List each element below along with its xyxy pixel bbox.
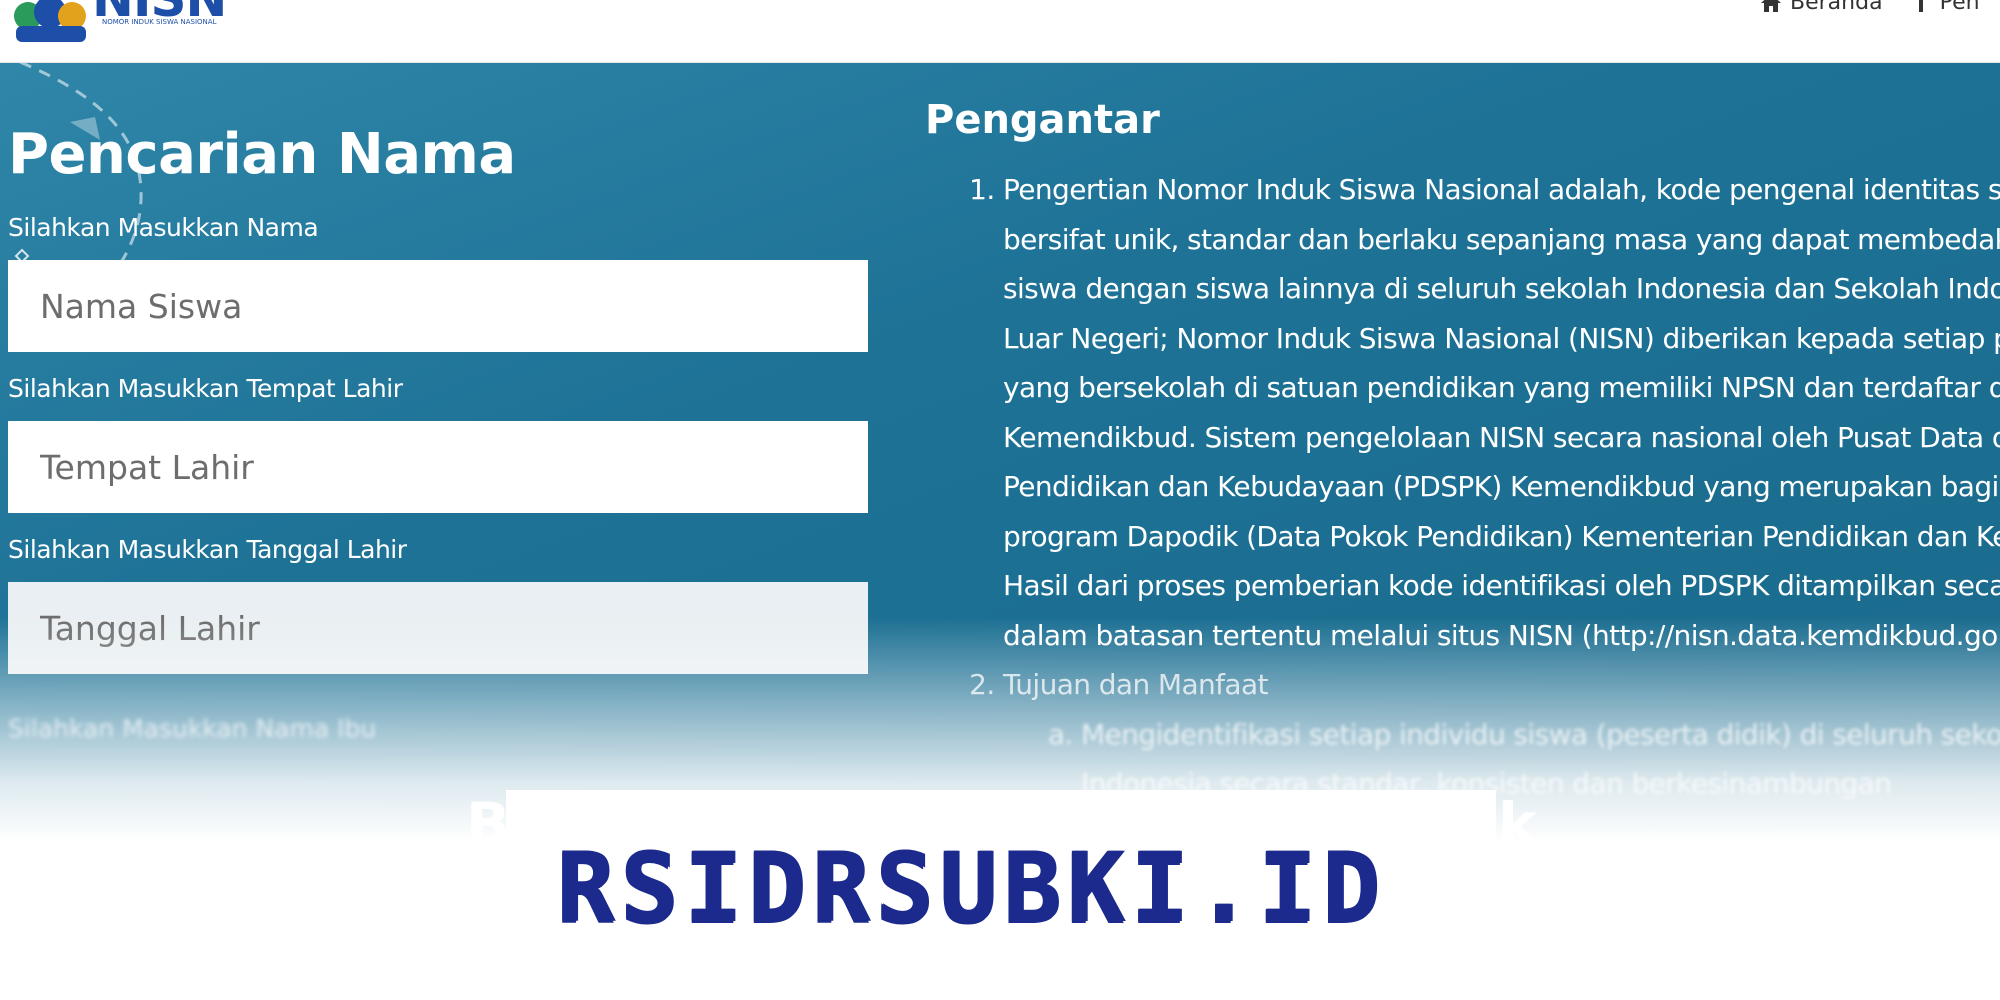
intro-line: dalam batasan tertentu melalui situs NIS… (1003, 618, 2000, 652)
intro-item-purpose: Tujuan dan Manfaat Mengidentifikasi seti… (1003, 660, 2000, 809)
top-navbar: NISN NOMOR INDUK SISWA NASIONAL Beranda … (0, 0, 2000, 63)
name-search-form: Pencarian Nama Silahkan Masukkan Nama Si… (8, 122, 868, 743)
intro-line: Pendidikan dan Kebudayaan (PDSPK) Kemend… (1003, 470, 2000, 503)
intro-line: bersifat unik, standar dan berlaku sepan… (1003, 222, 2000, 256)
nav-pen[interactable]: Pen (1910, 0, 1980, 15)
watermark-text: RSIDRSUBKI.ID (556, 832, 1386, 944)
intro-line: siswa dengan siswa lainnya di seluruh se… (1003, 272, 2000, 305)
nav-beranda-label: Beranda (1790, 0, 1883, 15)
purpose-line: Mengidentifikasi setiap individu siswa (… (1081, 717, 2000, 751)
intro-line: program Dapodik (Data Pokok Pendidikan) … (1003, 519, 2000, 553)
watermark-peek-left: B (466, 790, 511, 858)
info-icon (1918, 0, 1923, 12)
intro-section: Pengantar Pengertian Nomor Induk Siswa N… (925, 97, 2000, 809)
birthplace-label: Silahkan Masukkan Tempat Lahir (8, 374, 403, 403)
intro-item2-title: Tujuan dan Manfaat (1003, 668, 1269, 701)
students-logo-icon (14, 0, 86, 42)
name-label: Silahkan Masukkan Nama (8, 213, 319, 242)
nisn-logo[interactable]: NISN NOMOR INDUK SISWA NASIONAL (8, 0, 233, 42)
intro-line: Luar Negeri; Nomor Induk Siswa Nasional … (1003, 321, 2000, 355)
search-heading: Pencarian Nama (8, 122, 516, 187)
watermark-peek-right: k (1498, 790, 1537, 858)
intro-line: yang bersekolah di satuan pendidikan yan… (1003, 371, 2000, 404)
mother-name-label: Silahkan Masukkan Nama Ibu (8, 714, 377, 743)
logo-subtitle: NOMOR INDUK SISWA NASIONAL (102, 18, 217, 26)
intro-item-definition: Pengertian Nomor Induk Siswa Nasional ad… (1003, 165, 2000, 660)
home-icon (1761, 0, 1781, 12)
student-name-input[interactable] (8, 260, 868, 352)
watermark-box: RSIDRSUBKI.ID (506, 790, 1496, 944)
birthdate-input[interactable] (8, 582, 868, 674)
birthdate-label: Silahkan Masukkan Tanggal Lahir (8, 535, 407, 564)
nav-beranda[interactable]: Beranda (1760, 0, 1883, 15)
intro-line: Kemendikbud. Sistem pengelolaan NISN sec… (1003, 420, 2000, 454)
intro-title: Pengantar (925, 97, 1160, 143)
main-nav: Beranda Pen (1760, 0, 2000, 18)
hero-section: Pencarian Nama Silahkan Masukkan Nama Si… (0, 62, 2000, 862)
intro-line: Pengertian Nomor Induk Siswa Nasional ad… (1003, 173, 2000, 206)
intro-line: Hasil dari proses pemberian kode identif… (1003, 569, 2000, 602)
birthplace-input[interactable] (8, 421, 868, 513)
nav-pen-label: Pen (1939, 0, 1980, 15)
intro-list: Pengertian Nomor Induk Siswa Nasional ad… (925, 165, 2000, 809)
